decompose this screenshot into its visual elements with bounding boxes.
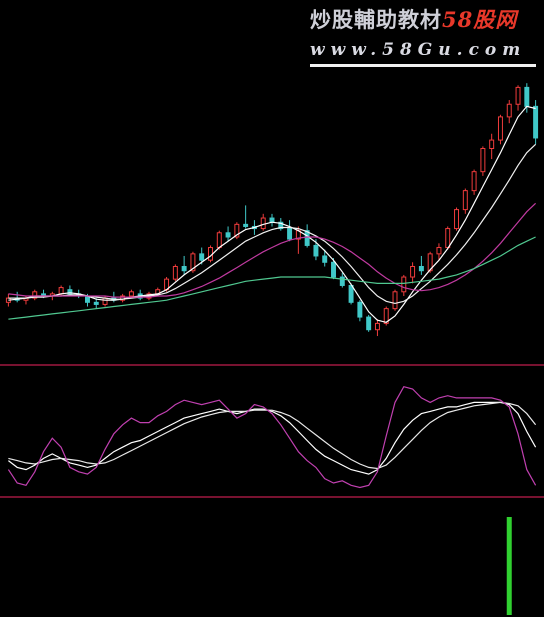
candle-body xyxy=(102,297,108,305)
candle-body xyxy=(533,105,539,139)
candle-body xyxy=(58,287,64,295)
candle-body xyxy=(445,228,451,249)
oscillator-line-kdj-d xyxy=(8,401,537,470)
candle-body xyxy=(524,86,530,107)
candle-body xyxy=(260,217,266,230)
moving-average-ma-long xyxy=(8,236,536,320)
oscillator-line-kdj-j xyxy=(7,386,537,489)
candle-body xyxy=(392,291,398,310)
stock-chart xyxy=(0,83,544,615)
candle-body xyxy=(506,103,512,118)
candle-body xyxy=(243,223,249,227)
watermark-brand: 58股网 xyxy=(442,7,518,32)
candle-body xyxy=(199,253,205,261)
candle-body xyxy=(172,266,178,280)
candle-body xyxy=(515,86,521,105)
candle-body xyxy=(401,276,407,293)
signal-bar xyxy=(506,517,512,615)
watermark-title: 炒股輔助教材58股网 xyxy=(310,4,536,34)
candle-body xyxy=(348,284,354,303)
candle-body xyxy=(418,266,424,272)
candle-body xyxy=(357,301,363,318)
candle-body xyxy=(471,171,477,192)
candle-body xyxy=(339,276,345,286)
candle-body xyxy=(462,190,468,211)
price-panel xyxy=(5,83,539,337)
candle-body xyxy=(366,316,372,331)
candle-body xyxy=(93,301,99,305)
candle-body xyxy=(480,148,486,173)
watermark-underline xyxy=(310,64,536,67)
candle-body xyxy=(216,232,222,249)
signal-panel xyxy=(506,517,512,615)
candle-body xyxy=(322,255,328,263)
watermark-url: www.58Gu.com xyxy=(310,40,527,60)
candle-body xyxy=(410,266,416,278)
candle-body xyxy=(454,209,460,230)
oscillator-panel xyxy=(7,386,537,489)
candle-body xyxy=(313,244,319,257)
candle-body xyxy=(225,232,231,238)
candle-body xyxy=(436,247,442,255)
candle-body xyxy=(331,261,336,278)
candle-body xyxy=(287,228,293,240)
candle-body xyxy=(128,291,134,297)
watermark-title-main: 炒股輔助教材 xyxy=(310,7,442,32)
candle-body xyxy=(374,322,380,331)
watermark: 炒股輔助教材58股网 www.58Gu.com xyxy=(310,4,536,67)
candle-body xyxy=(489,139,495,149)
candle-body xyxy=(181,266,187,272)
candle-body xyxy=(497,116,503,141)
